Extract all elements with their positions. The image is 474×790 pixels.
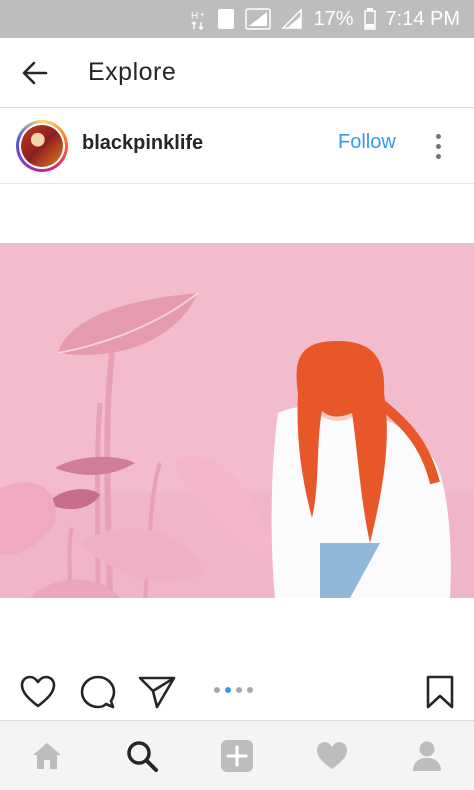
post-header: blackpinklife Follow — [0, 108, 474, 184]
more-vertical-icon[interactable] — [424, 128, 452, 164]
profile-icon[interactable] — [397, 726, 457, 786]
activity-icon[interactable] — [302, 726, 362, 786]
post-image[interactable] — [0, 243, 474, 598]
status-bar: H + 17% 7:14 PM — [0, 0, 474, 38]
carousel-indicator — [214, 687, 253, 693]
app-bar: Explore — [0, 38, 474, 108]
comment-icon[interactable] — [80, 675, 116, 714]
username[interactable]: blackpinklife — [82, 132, 203, 155]
battery-percent: 17% — [313, 7, 354, 30]
action-bar — [0, 665, 474, 717]
signal-icon — [245, 8, 272, 30]
bookmark-icon[interactable] — [424, 675, 456, 714]
carousel-dot — [236, 687, 242, 693]
bottom-nav — [0, 720, 474, 790]
svg-text:+: + — [200, 10, 205, 19]
avatar-ring — [19, 123, 65, 169]
arrow-left-icon — [22, 61, 48, 84]
carousel-dot-active — [225, 687, 231, 693]
share-icon[interactable] — [138, 675, 176, 714]
data-transfer-icon: H + — [191, 8, 207, 30]
follow-button[interactable]: Follow — [338, 131, 396, 154]
signal-icon — [281, 8, 303, 30]
avatar-photo — [21, 125, 63, 167]
sim-1-icon — [217, 8, 235, 30]
carousel-dot — [214, 687, 220, 693]
avatar[interactable] — [16, 120, 68, 172]
clock: 7:14 PM — [385, 7, 460, 30]
add-icon[interactable] — [207, 726, 267, 786]
svg-text:H: H — [191, 11, 198, 22]
heart-icon[interactable] — [20, 675, 56, 714]
page-title: Explore — [88, 58, 177, 86]
carousel-dot — [247, 687, 253, 693]
search-icon[interactable] — [112, 726, 172, 786]
battery-icon — [363, 8, 376, 30]
back-button[interactable] — [0, 38, 70, 108]
home-icon[interactable] — [17, 726, 77, 786]
